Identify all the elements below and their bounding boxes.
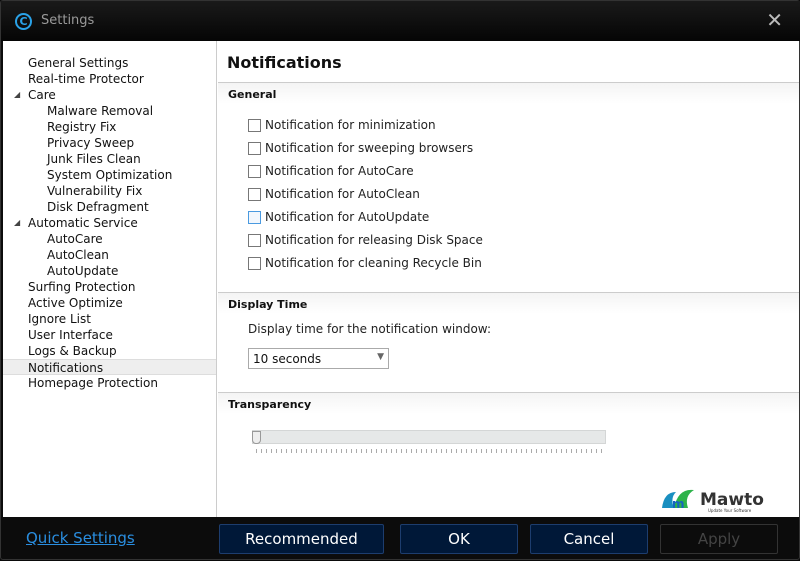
display-time-label: Display time for the notification window…: [248, 322, 492, 336]
sidebar-item-label: Ignore List: [28, 312, 91, 326]
sidebar-item-label: Surfing Protection: [28, 280, 136, 294]
checkbox-box[interactable]: [248, 210, 261, 224]
checkbox-box[interactable]: [248, 164, 261, 178]
chevron-down-icon: ▼: [377, 352, 384, 362]
svg-text:Update Your Software: Update Your Software: [708, 508, 752, 513]
sidebar-item-label: Disk Defragment: [47, 200, 149, 214]
section-transparency: Transparency: [218, 392, 799, 414]
quick-settings-link[interactable]: Quick Settings: [26, 529, 135, 547]
settings-window: C Settings ✕ General Settings Real-time P…: [0, 0, 800, 560]
expand-triangle-icon[interactable]: ◢: [14, 215, 20, 231]
title-bar: C Settings ✕: [1, 1, 800, 41]
svg-text:Mawto: Mawto: [700, 490, 764, 510]
sidebar-item-label: User Interface: [28, 328, 113, 342]
checkbox-label: Notification for cleaning Recycle Bin: [265, 256, 482, 270]
sidebar-item-label: Automatic Service: [28, 216, 138, 230]
content-area: General Settings Real-time Protector ◢ Care…: [3, 41, 799, 517]
notification-checkbox[interactable]: Notification for minimization: [248, 117, 436, 133]
section-display-time: Display Time: [218, 292, 799, 314]
sidebar-item-label: Logs & Backup: [28, 344, 117, 358]
recommended-button[interactable]: Recommended: [219, 524, 384, 554]
sidebar-item-label: Junk Files Clean: [47, 152, 141, 166]
sidebar-item-label: AutoCare: [47, 232, 103, 246]
checkbox-label: Notification for AutoUpdate: [265, 210, 430, 224]
checkbox-label: Notification for minimization: [265, 118, 436, 132]
sidebar-item-label: System Optimization: [47, 168, 173, 182]
window-title: Settings: [41, 13, 95, 28]
sidebar-item-label: Privacy Sweep: [47, 136, 135, 150]
section-title: Display Time: [228, 298, 308, 311]
apply-button[interactable]: Apply: [660, 524, 778, 554]
expand-triangle-icon[interactable]: ◢: [14, 87, 20, 103]
checkbox-box[interactable]: [248, 141, 261, 155]
svg-text:m: m: [672, 497, 685, 511]
checkbox-box[interactable]: [248, 118, 261, 132]
select-value: 10 seconds: [253, 352, 322, 366]
ok-button[interactable]: OK: [400, 524, 518, 554]
sidebar-tree: General Settings Real-time Protector ◢ Care…: [3, 41, 217, 517]
checkbox-box[interactable]: [248, 187, 261, 201]
notification-checkbox[interactable]: Notification for AutoCare: [248, 163, 414, 179]
checkbox-label: Notification for sweeping browsers: [265, 141, 474, 155]
checkbox-label: Notification for AutoCare: [265, 164, 414, 178]
sidebar-item-label: AutoUpdate: [47, 264, 119, 278]
sidebar-item-label: Registry Fix: [47, 120, 117, 134]
section-general: General: [218, 82, 799, 104]
cancel-button[interactable]: Cancel: [530, 524, 648, 554]
sidebar-item-label: Real-time Protector: [28, 72, 144, 86]
section-title: General: [228, 88, 277, 101]
sidebar-item-label: Notifications: [28, 361, 104, 375]
notification-checkbox[interactable]: Notification for cleaning Recycle Bin: [248, 255, 482, 271]
sidebar-item-label: Active Optimize: [28, 296, 123, 310]
mawto-logo: m Mawto Update Your Software: [662, 489, 764, 513]
sidebar-item-label: AutoClean: [47, 248, 109, 262]
checkbox-label: Notification for releasing Disk Space: [265, 233, 483, 247]
page-title: Notifications: [227, 53, 342, 72]
sidebar-item-label: Malware Removal: [47, 104, 154, 118]
section-title: Transparency: [228, 398, 312, 411]
sidebar-item-label: Homepage Protection: [28, 376, 158, 390]
footer-bar: Quick Settings Recommended OK Cancel App…: [1, 517, 800, 561]
transparency-slider-track[interactable]: [252, 430, 606, 444]
sidebar-item[interactable]: Notifications: [3, 359, 216, 375]
checkbox-box[interactable]: [248, 256, 261, 270]
checkbox-box[interactable]: [248, 233, 261, 247]
close-icon[interactable]: ✕: [766, 8, 783, 32]
main-panel: Notifications General Notification for m…: [218, 41, 799, 517]
sidebar-item-label: Care: [28, 88, 56, 102]
notification-checkbox[interactable]: Notification for AutoClean: [248, 186, 420, 202]
checkbox-label: Notification for AutoClean: [265, 187, 420, 201]
sidebar-item-label: General Settings: [28, 56, 129, 70]
display-time-select[interactable]: 10 seconds ▼: [248, 348, 389, 369]
transparency-slider-thumb[interactable]: [252, 431, 261, 444]
notification-checkbox[interactable]: Notification for sweeping browsers: [248, 140, 473, 156]
notification-checkbox[interactable]: Notification for releasing Disk Space: [248, 232, 483, 248]
notification-checkbox[interactable]: Notification for AutoUpdate: [248, 209, 429, 225]
sidebar-item-label: Vulnerability Fix: [47, 184, 143, 198]
slider-ticks: [256, 449, 602, 453]
app-logo-icon: C: [15, 13, 32, 30]
